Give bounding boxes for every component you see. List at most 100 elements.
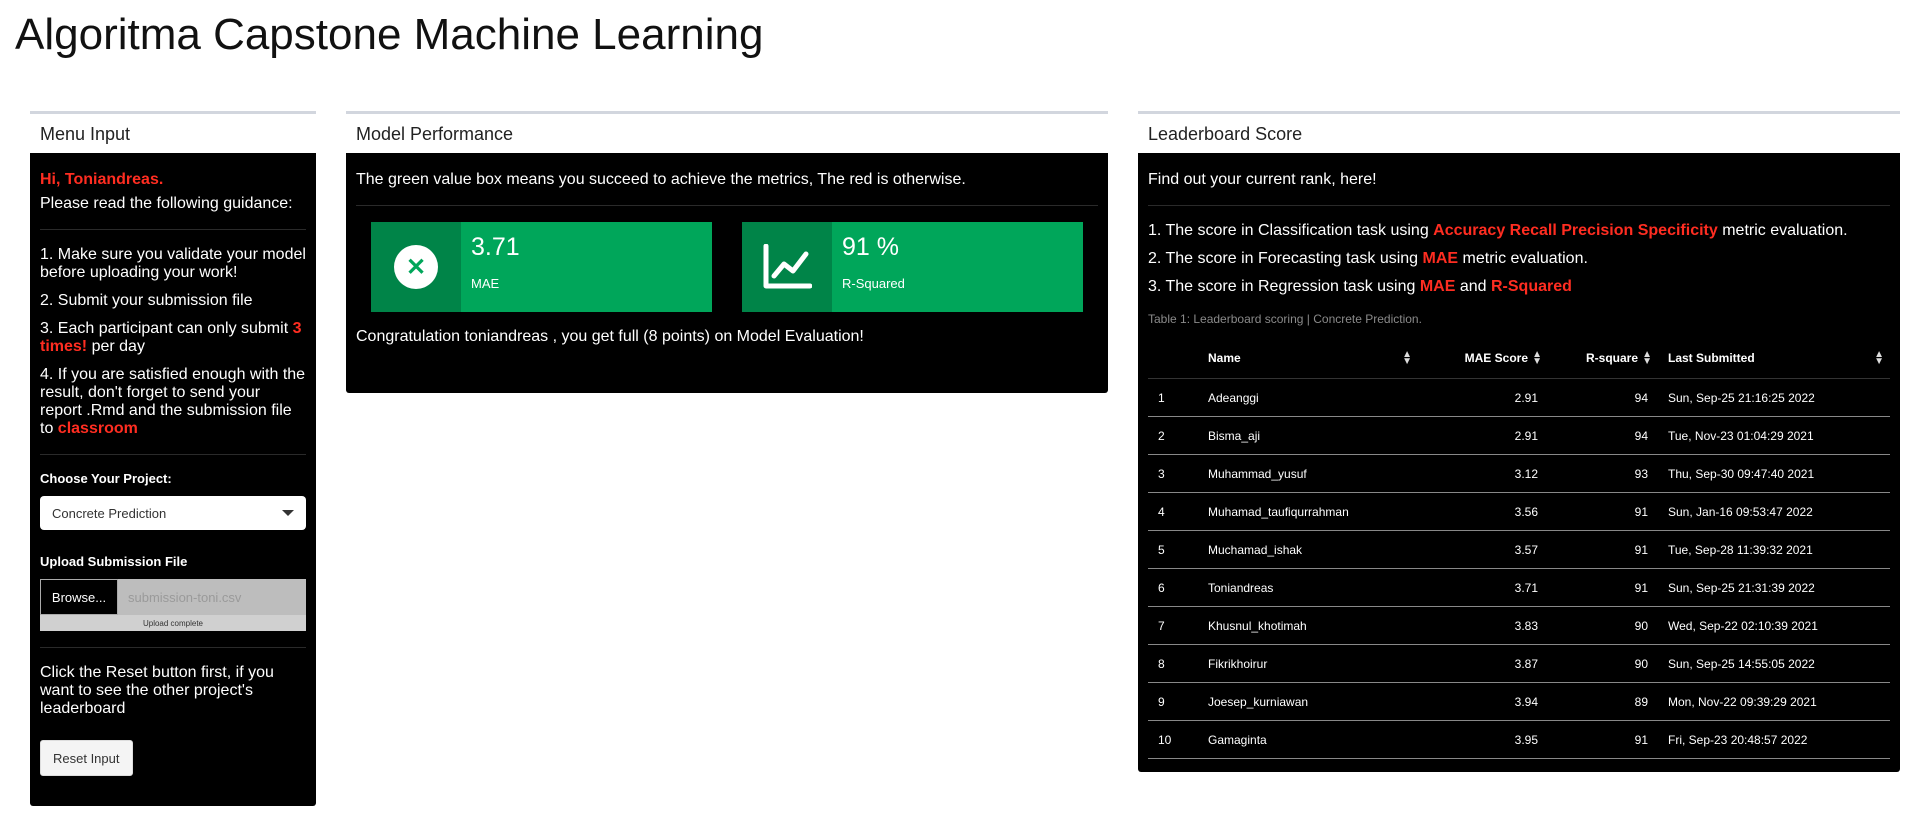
- r-squared-value: 91 %: [842, 233, 899, 261]
- r-square-cell: 91: [1548, 720, 1658, 759]
- scoring-rule-1-suffix: metric evaluation.: [1717, 222, 1848, 239]
- greeting: Hi, Toniandreas.: [40, 171, 164, 188]
- congratulation-text: Congratulation toniandreas , you get ful…: [356, 328, 864, 345]
- divider: [1148, 205, 1890, 206]
- rank-cell: 8: [1148, 644, 1198, 683]
- name-cell: Muchamad_ishak: [1198, 530, 1418, 569]
- read-guidance: Please read the following guidance:: [40, 195, 293, 212]
- table-row: 7 Khusnul_khotimah 3.83 90 Wed, Sep-22 02:10…: [1148, 606, 1890, 645]
- mae-icon-area: ✕: [371, 222, 461, 312]
- name-cell: Muhamad_taufiqurrahman: [1198, 492, 1418, 531]
- r-square-cell: 94: [1548, 378, 1658, 417]
- submitted-cell: Sun, Jan-16 09:53:47 2022: [1658, 492, 1890, 531]
- name-cell: Fikrikhoirur: [1198, 644, 1418, 683]
- r-square-cell: 91: [1548, 492, 1658, 531]
- project-label: Choose Your Project:: [40, 471, 172, 486]
- guide-item-2: 2. Submit your submission file: [40, 292, 253, 309]
- r-square-column-label: R-square: [1585, 351, 1638, 365]
- sort-icon: ▲ ▼: [1874, 349, 1884, 367]
- r-squared-value-content: 91 % R-Squared: [832, 222, 915, 312]
- sort-icon: ▲ ▼: [1532, 349, 1542, 367]
- guide-item-3-suffix: per day: [87, 338, 145, 355]
- mae-cell: 3.12: [1418, 454, 1548, 493]
- times-circle-icon: ✕: [394, 245, 438, 289]
- classroom-highlight: classroom: [57, 420, 138, 437]
- scoring-rule-2: 2. The score in Forecasting task using M…: [1148, 250, 1890, 268]
- project-select-value: Concrete Prediction: [52, 505, 167, 521]
- mae-cell: 3.95: [1418, 720, 1548, 759]
- mae-cell: 3.56: [1418, 492, 1548, 531]
- last-submitted-column-label: Last Submitted: [1668, 351, 1755, 365]
- name-column-label: Name: [1208, 351, 1241, 365]
- r-squared-label: R-Squared: [842, 276, 905, 291]
- table-row: 10 Gamaginta 3.95 91 Fri, Sep-23 20:48:57 20…: [1148, 720, 1890, 759]
- mae-value-content: 3.71 MAE: [461, 222, 530, 312]
- submitted-cell: Tue, Nov-23 01:04:29 2021: [1658, 416, 1890, 455]
- scoring-rule-3: 3. The score in Regression task using MA…: [1148, 278, 1890, 296]
- r-square-cell: 89: [1548, 682, 1658, 721]
- guide-item-3-text: 3. Each participant can only submit: [40, 320, 293, 337]
- leaderboard-box: Leaderboard Score Find out your current …: [1138, 111, 1900, 772]
- name-cell: Toniandreas: [1198, 568, 1418, 607]
- rank-cell: 7: [1148, 606, 1198, 645]
- r-squared-value-box: 91 % R-Squared: [742, 222, 1083, 312]
- name-cell: Gamaginta: [1198, 720, 1418, 759]
- model-performance-box: Model Performance The green value box me…: [346, 111, 1108, 393]
- file-name-field[interactable]: submission-toni.csv: [118, 579, 306, 615]
- app-title: Algoritma Capstone Machine Learning: [15, 10, 764, 59]
- mae-cell: 3.57: [1418, 530, 1548, 569]
- r-squared-icon-area: [742, 222, 832, 312]
- guide-item-3: 3. Each participant can only submit 3 ti…: [40, 320, 306, 356]
- name-cell: Khusnul_khotimah: [1198, 606, 1418, 645]
- browse-button[interactable]: Browse...: [40, 579, 118, 615]
- menu-input-body: Hi, Toniandreas. Please read the followi…: [30, 153, 316, 806]
- rank-cell: 6: [1148, 568, 1198, 607]
- scoring-rule-2-text: 2. The score in Forecasting task using: [1148, 250, 1423, 267]
- rank-cell: 9: [1148, 682, 1198, 721]
- table-row: 1 Adeanggi 2.91 94 Sun, Sep-25 21:16:25 2022: [1148, 378, 1890, 417]
- r-square-cell: 90: [1548, 644, 1658, 683]
- last-submitted-column-header[interactable]: Last Submitted ▲ ▼: [1658, 338, 1890, 379]
- table-row: 3 Muhammad_yusuf 3.12 93 Thu, Sep-30 09:47:4…: [1148, 454, 1890, 493]
- sort-icon: ▲ ▼: [1642, 349, 1652, 367]
- scoring-rule-3-mid: and: [1455, 278, 1491, 295]
- rank-column-header: [1148, 338, 1198, 379]
- rank-cell: 4: [1148, 492, 1198, 531]
- table-row: 5 Muchamad_ishak 3.57 91 Tue, Sep-28 11:39:3…: [1148, 530, 1890, 569]
- name-column-header[interactable]: Name ▲ ▼: [1198, 338, 1418, 379]
- rank-cell: 10: [1148, 720, 1198, 759]
- caret-down-icon: [282, 510, 294, 516]
- mae-column-header[interactable]: MAE Score ▲ ▼: [1418, 338, 1548, 379]
- value-box-row: ✕ 3.71 MAE 91 % R-Squared: [356, 222, 1098, 312]
- mae-cell: 3.83: [1418, 606, 1548, 645]
- submitted-cell: Sun, Sep-25 14:55:05 2022: [1658, 644, 1890, 683]
- mae-cell: 3.94: [1418, 682, 1548, 721]
- mae-cell: 2.91: [1418, 378, 1548, 417]
- rank-cell: 5: [1148, 530, 1198, 569]
- reset-instructions: Click the Reset button first, if you wan…: [40, 664, 274, 717]
- name-cell: Muhammad_yusuf: [1198, 454, 1418, 493]
- table-row: 2 Bisma_aji 2.91 94 Tue, Nov-23 01:04:29 202…: [1148, 416, 1890, 455]
- upload-label: Upload Submission File: [40, 554, 188, 569]
- submitted-cell: Mon, Nov-22 09:39:29 2021: [1658, 682, 1890, 721]
- scoring-rule-1-text: 1. The score in Classification task usin…: [1148, 222, 1434, 239]
- leaderboard-header: Leaderboard Score: [1138, 111, 1900, 153]
- table-caption: Table 1: Leaderboard scoring | Concrete …: [1148, 312, 1422, 326]
- rank-cell: 3: [1148, 454, 1198, 493]
- forecasting-metric: MAE: [1422, 250, 1459, 267]
- submitted-cell: Sun, Sep-25 21:16:25 2022: [1658, 378, 1890, 417]
- project-select[interactable]: Concrete Prediction: [40, 496, 306, 530]
- menu-input-header: Menu Input: [30, 111, 316, 153]
- file-input: Browse... submission-toni.csv: [40, 579, 306, 615]
- r-square-column-header[interactable]: R-square ▲ ▼: [1548, 338, 1658, 379]
- table-row: 9 Joesep_kurniawan 3.94 89 Mon, Nov-22 09:39…: [1148, 682, 1890, 721]
- mae-cell: 3.71: [1418, 568, 1548, 607]
- leaderboard-body: Find out your current rank, here! 1. The…: [1138, 153, 1900, 772]
- reset-input-button[interactable]: Reset Input: [40, 740, 133, 776]
- table-header-row: Name ▲ ▼ MAE Score ▲ ▼ R-square ▲ ▼ Last Submi…: [1148, 338, 1890, 379]
- mae-value-box: ✕ 3.71 MAE: [371, 222, 712, 312]
- divider: [40, 229, 306, 230]
- r-square-cell: 90: [1548, 606, 1658, 645]
- table-row: 8 Fikrikhoirur 3.87 90 Sun, Sep-25 14:55:05 …: [1148, 644, 1890, 683]
- table-row: 6 Toniandreas 3.71 91 Sun, Sep-25 21:31:39 2…: [1148, 568, 1890, 607]
